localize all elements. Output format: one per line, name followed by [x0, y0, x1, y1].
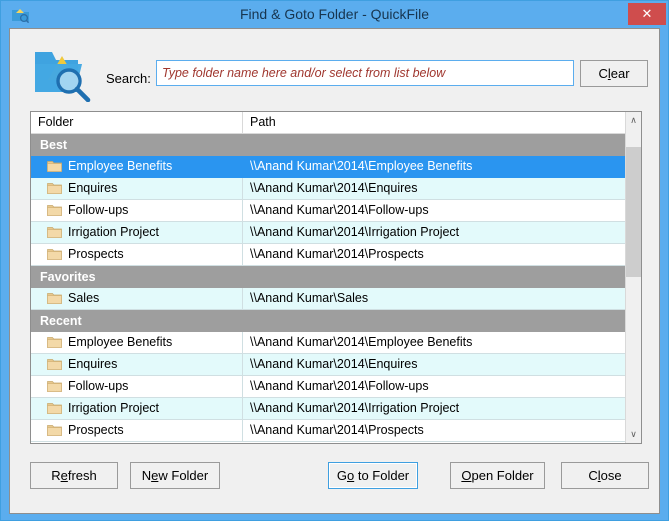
vertical-scrollbar[interactable]: ∧ ∨: [625, 112, 641, 443]
folder-name: Prospects: [68, 247, 124, 261]
search-label: Search:: [106, 71, 151, 86]
folder-path: \\Anand Kumar\2014\Prospects: [250, 423, 424, 437]
folder-cell: Follow-ups: [31, 200, 243, 221]
button-label-post: to Folder: [354, 468, 410, 483]
open-folder-button[interactable]: Open Folder: [450, 462, 545, 489]
dialog-window: Find & Goto Folder - QuickFile ✕ Search:…: [0, 0, 669, 521]
button-label-pre: N: [141, 468, 152, 483]
folder-list-item[interactable]: Enquires \\Anand Kumar\2014\Enquires: [31, 354, 625, 376]
folder-list-item[interactable]: Employee Benefits \\Anand Kumar\2014\Empl…: [31, 156, 625, 178]
folder-path: \\Anand Kumar\2014\Irrigation Project: [250, 401, 460, 415]
folder-path: \\Anand Kumar\2014\Irrigation Project: [250, 225, 460, 239]
folder-name: Employee Benefits: [68, 335, 173, 349]
close-button[interactable]: ✕: [628, 3, 666, 25]
refresh-button[interactable]: Refresh: [30, 462, 118, 489]
folder-icon: [47, 359, 62, 370]
folder-path: \\Anand Kumar\2014\Prospects: [250, 247, 424, 261]
folder-path: \\Anand Kumar\2014\Enquires: [250, 357, 418, 371]
folder-name: Irrigation Project: [68, 401, 160, 415]
folder-name: Follow-ups: [68, 203, 129, 217]
button-label-post: fresh: [67, 468, 97, 483]
folder-name: Enquires: [68, 357, 118, 371]
folder-name: Sales: [68, 291, 100, 305]
folder-list-item[interactable]: Employee Benefits \\Anand Kumar\2014\Empl…: [31, 332, 625, 354]
folder-icon: [47, 161, 62, 172]
folder-cell: Employee Benefits: [31, 332, 243, 353]
folder-cell: Irrigation Project: [31, 398, 243, 419]
button-label-accel: O: [461, 468, 472, 483]
button-label-post: w Folder: [158, 468, 209, 483]
folder-icon: [47, 293, 62, 304]
group-header-row[interactable]: Best: [31, 134, 625, 156]
close-dialog-button[interactable]: Close: [561, 462, 649, 489]
folder-cell: Follow-ups: [31, 376, 243, 397]
folder-name: Prospects: [68, 423, 124, 437]
folder-cell: Prospects: [31, 244, 243, 265]
title-bar[interactable]: Find & Goto Folder - QuickFile ✕: [1, 1, 668, 28]
folder-path: \\Anand Kumar\2014\Employee Benefits: [250, 335, 473, 349]
folder-list-item[interactable]: Prospects \\Anand Kumar\2014\Prospects: [31, 420, 625, 442]
group-header-label: Favorites: [40, 270, 96, 284]
new-folder-button[interactable]: New Folder: [130, 462, 220, 489]
folder-path: \\Anand Kumar\2014\Follow-ups: [250, 203, 429, 217]
folder-icon: [47, 337, 62, 348]
folder-list-item[interactable]: Prospects \\Anand Kumar\2014\Prospects: [31, 244, 625, 266]
button-label-post: pen Folder: [471, 468, 534, 483]
group-header-row[interactable]: Favorites: [31, 266, 625, 288]
folder-path: \\Anand Kumar\2014\Employee Benefits: [250, 159, 473, 173]
folder-list-item[interactable]: Enquires \\Anand Kumar\2014\Enquires: [31, 178, 625, 200]
folder-list-item[interactable]: Irrigation Project \\Anand Kumar\2014\Irr…: [31, 222, 625, 244]
folder-icon: [47, 425, 62, 436]
window-title: Find & Goto Folder - QuickFile: [239, 6, 430, 22]
folder-list-item[interactable]: Follow-ups \\Anand Kumar\2014\Follow-ups: [31, 376, 625, 398]
folder-path: \\Anand Kumar\2014\Enquires: [250, 181, 418, 195]
column-header-path[interactable]: Path: [243, 112, 625, 133]
scroll-down-arrow[interactable]: ∨: [626, 426, 641, 443]
folder-icon: [47, 205, 62, 216]
folder-icon: [47, 381, 62, 392]
folder-name: Follow-ups: [68, 379, 129, 393]
scrollbar-thumb[interactable]: [626, 146, 641, 278]
folder-icon: [47, 183, 62, 194]
folder-icon: [47, 249, 62, 260]
folder-path: \\Anand Kumar\2014\Follow-ups: [250, 379, 429, 393]
group-header-row[interactable]: Recent: [31, 310, 625, 332]
group-header-label: Recent: [40, 314, 82, 328]
folder-cell: Sales: [31, 288, 243, 309]
dialog-client-area: Search: Clear Folder Path BestEmployee B…: [9, 28, 660, 514]
button-label-post: ose: [600, 468, 622, 483]
folder-list-item[interactable]: Sales \\Anand Kumar\Sales: [31, 288, 625, 310]
folder-cell: Employee Benefits: [31, 156, 243, 177]
button-label-accel: e: [60, 468, 68, 483]
folder-cell: Enquires: [31, 354, 243, 375]
folder-magnifier-icon: [35, 52, 91, 102]
search-input[interactable]: [156, 60, 574, 86]
clear-button-pre: C: [598, 66, 608, 81]
folder-list-item[interactable]: Follow-ups \\Anand Kumar\2014\Follow-ups: [31, 200, 625, 222]
button-label-pre: C: [588, 468, 598, 483]
clear-button[interactable]: Clear: [580, 60, 648, 87]
button-label-pre: G: [336, 468, 347, 483]
folder-list-item[interactable]: Irrigation Project \\Anand Kumar\2014\Irr…: [31, 398, 625, 420]
button-label-pre: R: [51, 468, 61, 483]
folder-list[interactable]: Folder Path Best Employee Benefits \\Anand…: [30, 111, 642, 444]
group-header-label: Best: [40, 138, 68, 152]
scroll-up-arrow[interactable]: ∧: [626, 112, 641, 129]
folder-name: Irrigation Project: [68, 225, 160, 239]
folder-path: \\Anand Kumar\Sales: [250, 291, 369, 305]
folder-name: Enquires: [68, 181, 118, 195]
folder-cell: Prospects: [31, 420, 243, 441]
folder-name: Employee Benefits: [68, 159, 173, 173]
folder-icon: [47, 227, 62, 238]
list-column-headers: Folder Path: [31, 112, 625, 134]
go-to-folder-button[interactable]: Go to Folder: [328, 462, 418, 489]
folder-list-rows: Best Employee Benefits \\Anand Kumar\2014\…: [31, 134, 625, 443]
clear-button-post: ear: [610, 66, 630, 81]
column-header-folder[interactable]: Folder: [31, 112, 243, 133]
folder-cell: Irrigation Project: [31, 222, 243, 243]
folder-icon: [47, 403, 62, 414]
folder-cell: Enquires: [31, 178, 243, 199]
